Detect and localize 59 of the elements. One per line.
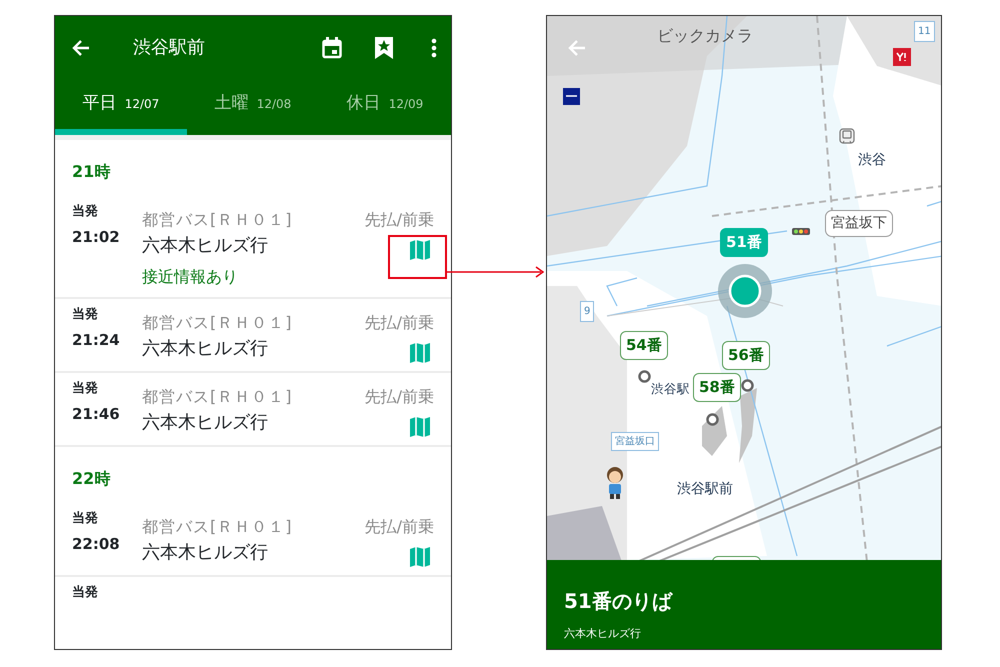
origin-label: 当発 [72,203,99,221]
boarding-info: 先払/前乗 [364,386,434,408]
route-number-sign: 11 [914,21,935,42]
exit-sign-label: 宮益坂口 [611,432,659,451]
more-menu-icon[interactable] [431,38,437,58]
day-tab[interactable]: 土曜 12/08 [187,79,319,129]
departure-row[interactable]: 当発 22:08 都営バス[ＲＨ０１] 六本木ヒルズ行 先払/前乗 [55,503,451,577]
stop-marker[interactable] [706,413,719,426]
traffic-light-icon [792,228,810,235]
boarding-info: 先払/前乗 [364,209,434,231]
stop-title: 51番のりば [564,588,674,616]
destination: 六本木ヒルズ行 [142,337,269,361]
destination: 六本木ヒルズ行 [564,626,642,642]
bank-logo-icon [563,88,580,105]
hour-heading: 22時 [71,468,112,490]
calendar-icon[interactable] [322,36,342,58]
destination: 六本木ヒルズ行 [142,541,269,565]
origin-label: 当発 [72,510,99,528]
day-tab[interactable]: 休日 12/09 [319,79,451,129]
departure-time: 21:24 [72,330,121,350]
back-button[interactable] [71,38,91,58]
hour-heading: 21時 [71,161,112,183]
route-name: 都営バス[ＲＨ０１] [142,386,294,408]
place-label: 渋谷 [858,151,886,170]
approach-info: 接近情報あり [142,266,239,288]
stop-pin-label[interactable]: 54番 [620,331,668,360]
stop-marker[interactable] [741,379,754,392]
origin-label: 当発 [72,380,99,398]
place-label: 渋谷駅 [651,380,690,398]
stop-sign-label: 宮益坂下 [825,210,893,237]
screen-title: 渋谷駅前 [133,36,206,60]
boarding-info: 先払/前乗 [364,312,434,334]
person-figure-icon [605,466,625,500]
stop-marker[interactable] [638,370,651,383]
destination: 六本木ヒルズ行 [142,234,269,258]
destination: 六本木ヒルズ行 [142,411,269,435]
selected-stop-marker[interactable] [718,264,772,318]
origin-label: 当発 [72,306,99,324]
route-name: 都営バス[ＲＨ０１] [142,516,294,538]
departure-row[interactable]: 当発 21:46 都営バス[ＲＨ０１] 六本木ヒルズ行 先払/前乗 [55,373,451,447]
place-label: 渋谷駅前 [677,480,733,499]
origin-label: 当発 [72,584,99,602]
stop-pin-label[interactable]: 56番 [722,341,770,370]
bookmark-star-icon[interactable] [375,36,393,58]
stop-pin-label[interactable]: 58番 [693,373,741,402]
departure-time: 21:46 [72,404,121,424]
boarding-info: 先払/前乗 [364,516,434,538]
day-tab[interactable]: 平日 12/07 [55,79,187,129]
departure-row[interactable]: 当発 [55,577,451,610]
route-name: 都営バス[ＲＨ０１] [142,312,294,334]
highlight-frame [388,235,447,279]
departure-row[interactable]: 当発 21:02 都営バス[ＲＨ０１] 六本木ヒルズ行 接近情報あり 先払/前乗 [55,196,451,299]
train-station-icon [839,128,855,144]
departure-time: 22:08 [72,534,121,554]
departure-row[interactable]: 当発 21:24 都営バス[ＲＨ０１] 六本木ヒルズ行 先払/前乗 [55,299,451,373]
route-number-sign: 9 [580,301,594,322]
departure-time: 21:02 [72,226,121,248]
store-logo-icon [893,48,911,66]
route-name: 都営バス[ＲＨ０１] [142,209,294,231]
